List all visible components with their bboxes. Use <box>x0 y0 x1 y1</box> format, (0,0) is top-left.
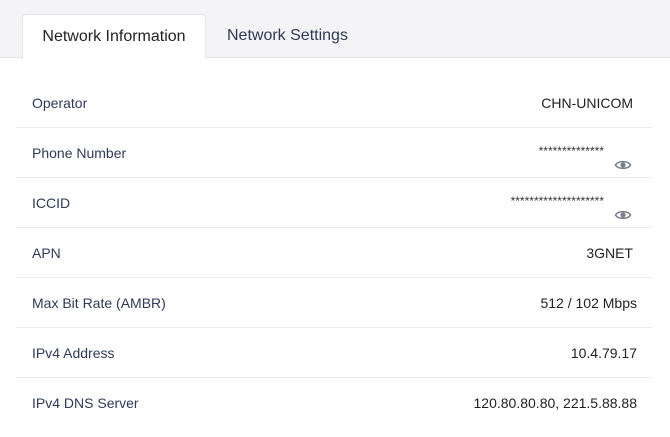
ipv4-dns-value: 120.80.80.80, 221.5.88.88 <box>473 395 637 411</box>
operator-label: Operator <box>32 95 88 111</box>
info-row-iccid: ICCID ******************** <box>16 178 652 228</box>
apn-value: 3GNET <box>586 245 633 261</box>
info-row-operator: Operator CHN-UNICOM <box>16 78 652 128</box>
info-row-phone-number: Phone Number ************** <box>16 128 652 178</box>
iccid-label: ICCID <box>32 195 71 211</box>
tab-network-information[interactable]: Network Information <box>22 14 206 59</box>
tab-bar: Network Information Network Settings <box>0 0 670 59</box>
iccid-value-wrap: ******************** <box>511 178 652 228</box>
eye-icon[interactable] <box>614 144 632 170</box>
info-row-ipv4-dns: IPv4 DNS Server 120.80.80.80, 221.5.88.8… <box>16 378 652 428</box>
tab-network-settings[interactable]: Network Settings <box>227 14 348 58</box>
info-row-apn: APN 3GNET <box>16 228 652 278</box>
iccid-value: ******************** <box>510 194 604 208</box>
info-row-ipv4-address: IPv4 Address 10.4.79.17 <box>16 328 652 378</box>
eye-icon[interactable] <box>614 194 632 220</box>
ipv4-address-value: 10.4.79.17 <box>570 345 637 361</box>
phone-number-label: Phone Number <box>32 145 127 161</box>
ipv4-address-label: IPv4 Address <box>32 345 115 361</box>
phone-number-value-wrap: ************** <box>539 128 652 178</box>
max-bit-rate-label: Max Bit Rate (AMBR) <box>32 295 166 311</box>
phone-number-value: ************** <box>538 144 604 158</box>
ipv4-dns-label: IPv4 DNS Server <box>32 395 139 411</box>
apn-label: APN <box>32 245 61 261</box>
max-bit-rate-value: 512 / 102 Mbps <box>540 295 637 311</box>
operator-value: CHN-UNICOM <box>541 95 633 111</box>
network-info-list: Operator CHN-UNICOM Phone Number *******… <box>16 78 652 428</box>
info-row-max-bit-rate: Max Bit Rate (AMBR) 512 / 102 Mbps <box>16 278 652 328</box>
